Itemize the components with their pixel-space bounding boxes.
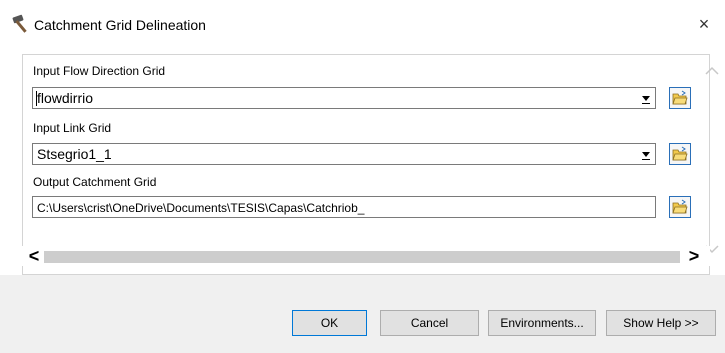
output-grid-field[interactable]: C:\Users\crist\OneDrive\Documents\TESIS\… [32, 196, 656, 218]
show-help-button[interactable]: Show Help >> [606, 310, 716, 336]
link-grid-value: Stsegrio1_1 [37, 146, 112, 162]
chevron-down-icon[interactable] [639, 146, 653, 162]
browse-flow-direction-button[interactable] [669, 87, 691, 109]
browse-output-button[interactable] [669, 196, 691, 218]
open-folder-icon [672, 199, 688, 214]
browse-link-grid-button[interactable] [669, 143, 691, 165]
link-grid-label: Input Link Grid [33, 121, 112, 135]
chevron-right-icon[interactable]: > [686, 247, 702, 265]
close-button[interactable]: × [693, 13, 715, 35]
hammer-icon [12, 14, 27, 33]
flow-direction-select[interactable]: flowdirrio [32, 87, 656, 109]
ok-button[interactable]: OK [292, 310, 367, 336]
link-grid-select[interactable]: Stsegrio1_1 [32, 143, 656, 165]
environments-button[interactable]: Environments... [488, 310, 596, 336]
scrollbar-thumb[interactable] [44, 251, 680, 263]
flow-direction-label: Input Flow Direction Grid [33, 64, 166, 78]
horizontal-scrollbar[interactable]: < > [22, 246, 710, 266]
output-grid-value: C:\Users\crist\OneDrive\Documents\TESIS\… [37, 201, 365, 215]
window-title: Catchment Grid Delineation [34, 17, 206, 33]
title-bar: Catchment Grid Delineation × [0, 0, 725, 54]
cancel-button[interactable]: Cancel [380, 310, 479, 336]
output-grid-label: Output Catchment Grid [33, 175, 157, 189]
chevron-up-icon[interactable] [705, 66, 719, 75]
flow-direction-value: flowdirrio [37, 90, 94, 106]
open-folder-icon [672, 90, 688, 105]
chevron-down-icon[interactable] [639, 90, 653, 106]
vertical-scrollbar[interactable] [704, 62, 720, 262]
open-folder-icon [672, 146, 688, 161]
chevron-left-icon[interactable]: < [26, 247, 42, 265]
